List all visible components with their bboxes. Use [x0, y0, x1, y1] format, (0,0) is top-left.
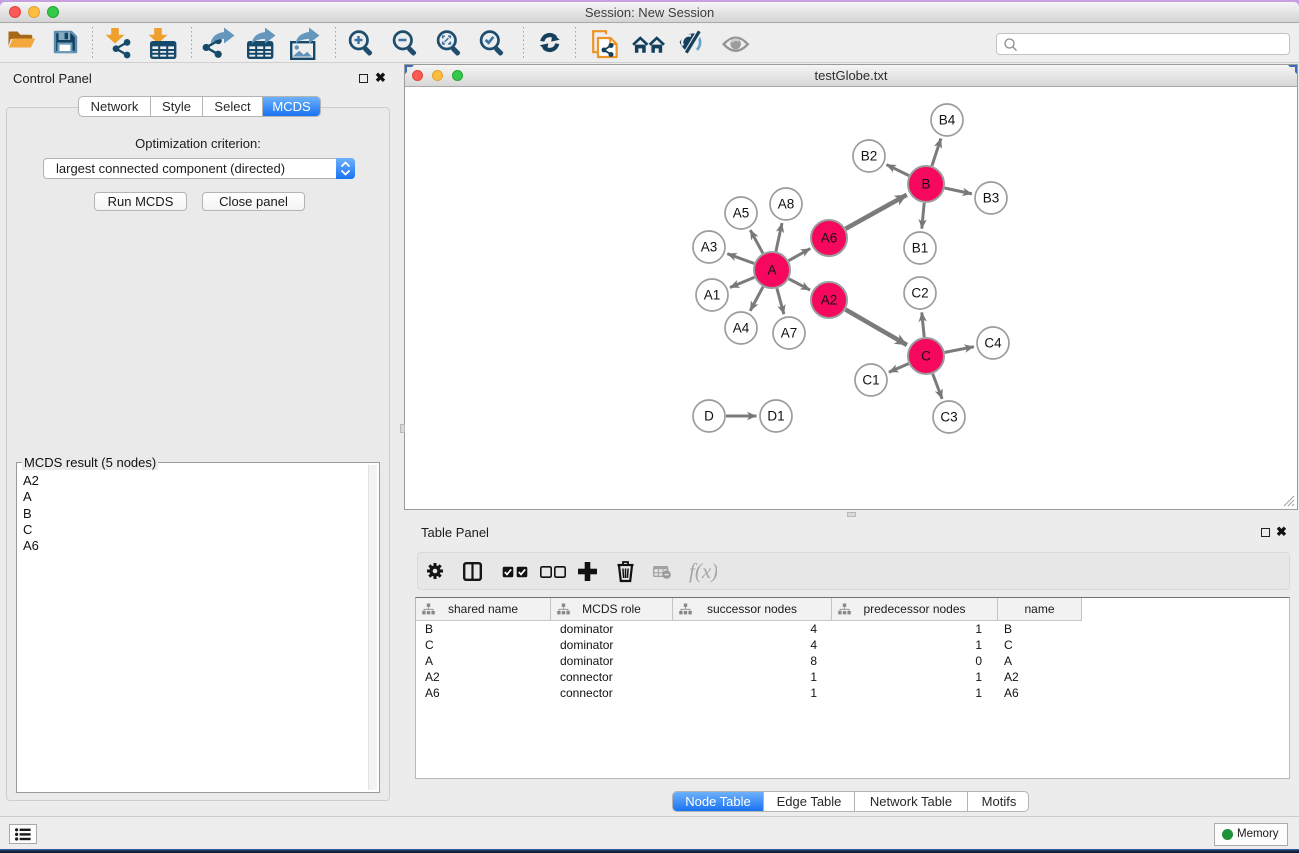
svg-text:A6: A6 — [821, 231, 838, 246]
svg-text:C: C — [921, 349, 931, 364]
svg-text:B3: B3 — [983, 191, 1000, 206]
svg-text:C3: C3 — [940, 410, 957, 425]
svg-text:B2: B2 — [861, 149, 878, 164]
svg-text:A2: A2 — [821, 293, 838, 308]
svg-text:A: A — [767, 263, 776, 278]
svg-text:D: D — [704, 409, 714, 424]
svg-text:A3: A3 — [701, 240, 718, 255]
svg-text:C2: C2 — [911, 286, 928, 301]
svg-text:A1: A1 — [704, 288, 721, 303]
svg-text:C4: C4 — [984, 336, 1002, 351]
svg-text:B: B — [921, 177, 930, 192]
svg-text:C1: C1 — [862, 373, 879, 388]
svg-text:D1: D1 — [767, 409, 784, 424]
svg-text:B1: B1 — [912, 241, 929, 256]
svg-text:A8: A8 — [778, 197, 795, 212]
svg-text:f(x): f(x) — [689, 559, 717, 583]
svg-text:A5: A5 — [733, 206, 750, 221]
svg-text:B4: B4 — [939, 113, 956, 128]
svg-text:A4: A4 — [733, 321, 750, 336]
svg-text:A7: A7 — [781, 326, 798, 341]
